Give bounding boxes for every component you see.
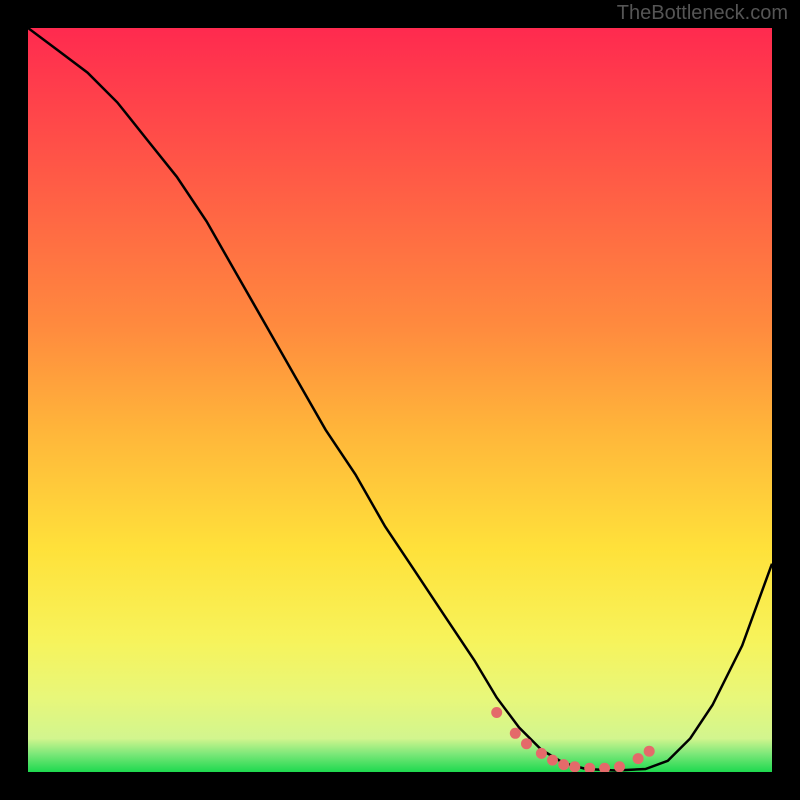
dot-marker [633, 753, 644, 764]
dot-marker [521, 738, 532, 749]
dot-marker [558, 759, 569, 770]
dot-marker [644, 746, 655, 757]
dot-marker [547, 755, 558, 766]
chart [28, 28, 772, 772]
chart-svg [28, 28, 772, 772]
dot-marker [536, 748, 547, 759]
gradient-background [28, 28, 772, 772]
watermark: TheBottleneck.com [617, 2, 788, 25]
dot-marker [491, 707, 502, 718]
dot-marker [614, 761, 625, 772]
dot-marker [569, 761, 580, 772]
dot-marker [510, 728, 521, 739]
